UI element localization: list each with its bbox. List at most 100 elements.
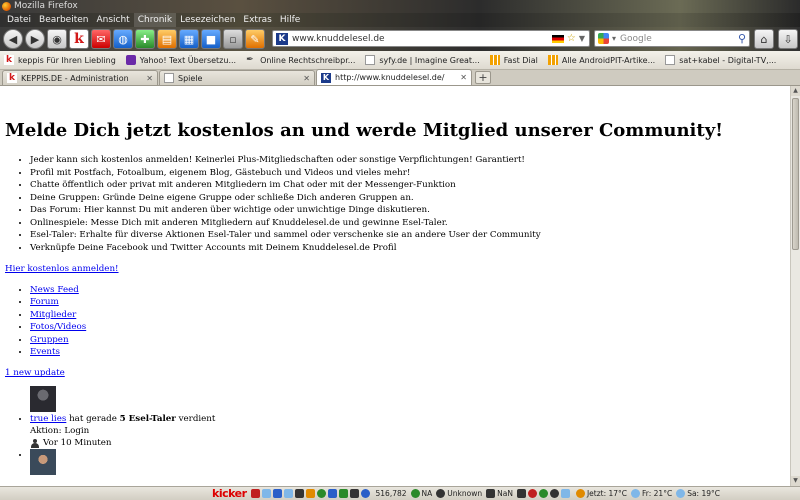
tab-bar: k KEPPIS.DE - Administration ✕ Spiele ✕ … (0, 69, 800, 86)
stop-button[interactable]: ◉ (47, 29, 67, 49)
toolbar-button-12[interactable]: ✎ (245, 29, 265, 49)
settings-icon[interactable] (294, 489, 304, 498)
toolbar-button-7[interactable]: ✚ (135, 29, 155, 49)
tab-keppis-admin[interactable]: k KEPPIS.DE - Administration ✕ (2, 70, 158, 85)
toolbar-button-6[interactable]: ◍ (113, 29, 133, 49)
menu-bar: Datei Bearbeiten Ansicht Chronik Lesezei… (0, 13, 800, 27)
avatar[interactable] (30, 449, 56, 476)
site-favicon-icon: K (321, 72, 331, 83)
bookmarks-bar: k keppis Für Ihren Liebling Yahoo! Text Ü… (0, 51, 800, 70)
page-scrollbar[interactable]: ▲ ▼ (790, 86, 800, 486)
download-icon: ⇩ (783, 32, 793, 46)
feed-user-link[interactable]: true lies (30, 414, 66, 424)
list-item: Profil mit Postfach, Fotoalbum, eigenem … (30, 167, 785, 180)
status-dot-icon[interactable] (538, 489, 548, 498)
register-link[interactable]: Hier kostenlos anmelden! (5, 264, 785, 274)
keppis-button[interactable]: k (69, 29, 89, 49)
menu-datei[interactable]: Datei (3, 13, 35, 27)
feed-icon[interactable] (305, 489, 315, 498)
close-icon[interactable]: ✕ (303, 74, 310, 83)
feed-time-row: Vor 10 Minuten (30, 437, 785, 449)
addon-icon[interactable] (250, 489, 260, 498)
bar-icon[interactable] (349, 489, 359, 498)
status-na: NA (421, 489, 433, 498)
scroll-down-icon[interactable]: ▼ (791, 476, 800, 486)
menu-hilfe[interactable]: Hilfe (276, 13, 304, 27)
mail-icon: ✉ (96, 32, 106, 46)
eye-icon[interactable] (316, 489, 326, 498)
home-button[interactable]: ⌂ (754, 29, 774, 49)
bookmark-item[interactable]: Alle AndroidPIT-Artike... (547, 55, 655, 65)
cloud-rain-icon (676, 489, 686, 498)
cloud-icon[interactable] (560, 489, 570, 498)
menu-bearbeiten[interactable]: Bearbeiten (35, 13, 92, 27)
bookmark-item[interactable]: syfy.de | Imagine Great... (365, 55, 480, 65)
bookmark-item[interactable]: sat+kabel - Digital-TV,... (665, 55, 776, 65)
nav-events[interactable]: Events (30, 347, 60, 357)
scroll-up-icon[interactable]: ▲ (791, 86, 800, 96)
stop-icon[interactable] (527, 489, 537, 498)
url-text[interactable]: www.knuddelesel.de (292, 34, 552, 44)
toolbar-menu-button[interactable]: ⇩ (778, 29, 798, 49)
tab-knuddelesel[interactable]: K http://www.knuddelesel.de/ ✕ (316, 69, 472, 85)
scrollbar-thumb[interactable] (792, 98, 799, 250)
k-logo-icon: k (74, 31, 84, 47)
lock-icon[interactable] (516, 489, 526, 498)
url-bar[interactable]: K www.knuddelesel.de ☆ ▼ (272, 30, 590, 47)
back-button[interactable]: ◀ (3, 29, 23, 49)
search-bar[interactable]: ▾ Google ⚲ (594, 30, 750, 47)
search-icon[interactable]: ⚲ (738, 32, 746, 45)
nav-forum[interactable]: Forum (30, 297, 59, 307)
search-input[interactable]: Google (620, 34, 738, 44)
calendar-button[interactable]: ▦ (179, 29, 199, 49)
bookmark-item[interactable]: Yahoo! Text Übersetzu... (125, 55, 236, 65)
nav-gruppen[interactable]: Gruppen (30, 335, 69, 345)
status-unknown: Unknown (447, 489, 483, 498)
info-icon[interactable] (360, 489, 370, 498)
eye-icon: ◉ (52, 32, 62, 46)
menu-extras[interactable]: Extras (239, 13, 275, 27)
bookmark-item[interactable]: ✒ Online Rechtschreibpr... (246, 55, 355, 65)
menu-chronik[interactable]: Chronik (133, 13, 177, 27)
window-titlebar: Mozilla Firefox (0, 0, 800, 13)
home-icon: ⌂ (760, 32, 768, 46)
toolbar-button-11[interactable]: ▫ (223, 29, 243, 49)
forward-button[interactable]: ▶ (25, 29, 45, 49)
circle-icon[interactable] (549, 489, 559, 498)
url-dropdown-icon[interactable]: ▼ (579, 34, 585, 43)
close-icon[interactable]: ✕ (146, 74, 153, 83)
puzzle-icon: ✚ (140, 32, 150, 46)
screen-icon[interactable] (272, 489, 282, 498)
feed-time: Vor 10 Minuten (43, 438, 112, 449)
new-update-link[interactable]: 1 new update (5, 368, 785, 378)
menu-lesezeichen[interactable]: Lesezeichen (176, 13, 239, 27)
gmail-button[interactable]: ✉ (91, 29, 111, 49)
image-icon: ✎ (250, 32, 260, 46)
weather-now[interactable]: Jetzt: 17°C (587, 489, 627, 498)
bookmark-item[interactable]: Fast Dial (489, 55, 538, 65)
weather-sat[interactable]: Sa: 19°C (687, 489, 720, 498)
bookmark-star-icon[interactable]: ☆ (567, 33, 576, 44)
weather-fri[interactable]: Fr: 21°C (642, 489, 672, 498)
page-icon (365, 55, 376, 65)
plus-icon: + (478, 71, 488, 84)
bookmark-item[interactable]: k keppis Für Ihren Liebling (4, 55, 116, 65)
keyboard-icon[interactable] (261, 489, 271, 498)
toolbar-button-8[interactable]: ▤ (157, 29, 177, 49)
feed-text: hat gerade (66, 414, 120, 425)
email-icon[interactable] (283, 489, 293, 498)
menu-ansicht[interactable]: Ansicht (92, 13, 133, 27)
toolbar-button-10[interactable]: ■ (201, 29, 221, 49)
feed-item (30, 449, 785, 476)
tab-spiele[interactable]: Spiele ✕ (159, 70, 315, 85)
kicker-logo[interactable]: kicker (212, 487, 247, 500)
close-icon[interactable]: ✕ (460, 73, 467, 82)
nav-fotos-videos[interactable]: Fotos/Videos (30, 322, 86, 332)
nav-mitglieder[interactable]: Mitglieder (30, 310, 76, 320)
nav-news-feed[interactable]: News Feed (30, 285, 79, 295)
new-tab-button[interactable]: + (475, 71, 491, 84)
pr-icon[interactable] (338, 489, 348, 498)
avatar[interactable] (30, 386, 56, 413)
window-icon[interactable] (327, 489, 337, 498)
search-engine-dropdown-icon[interactable]: ▾ (612, 34, 616, 43)
